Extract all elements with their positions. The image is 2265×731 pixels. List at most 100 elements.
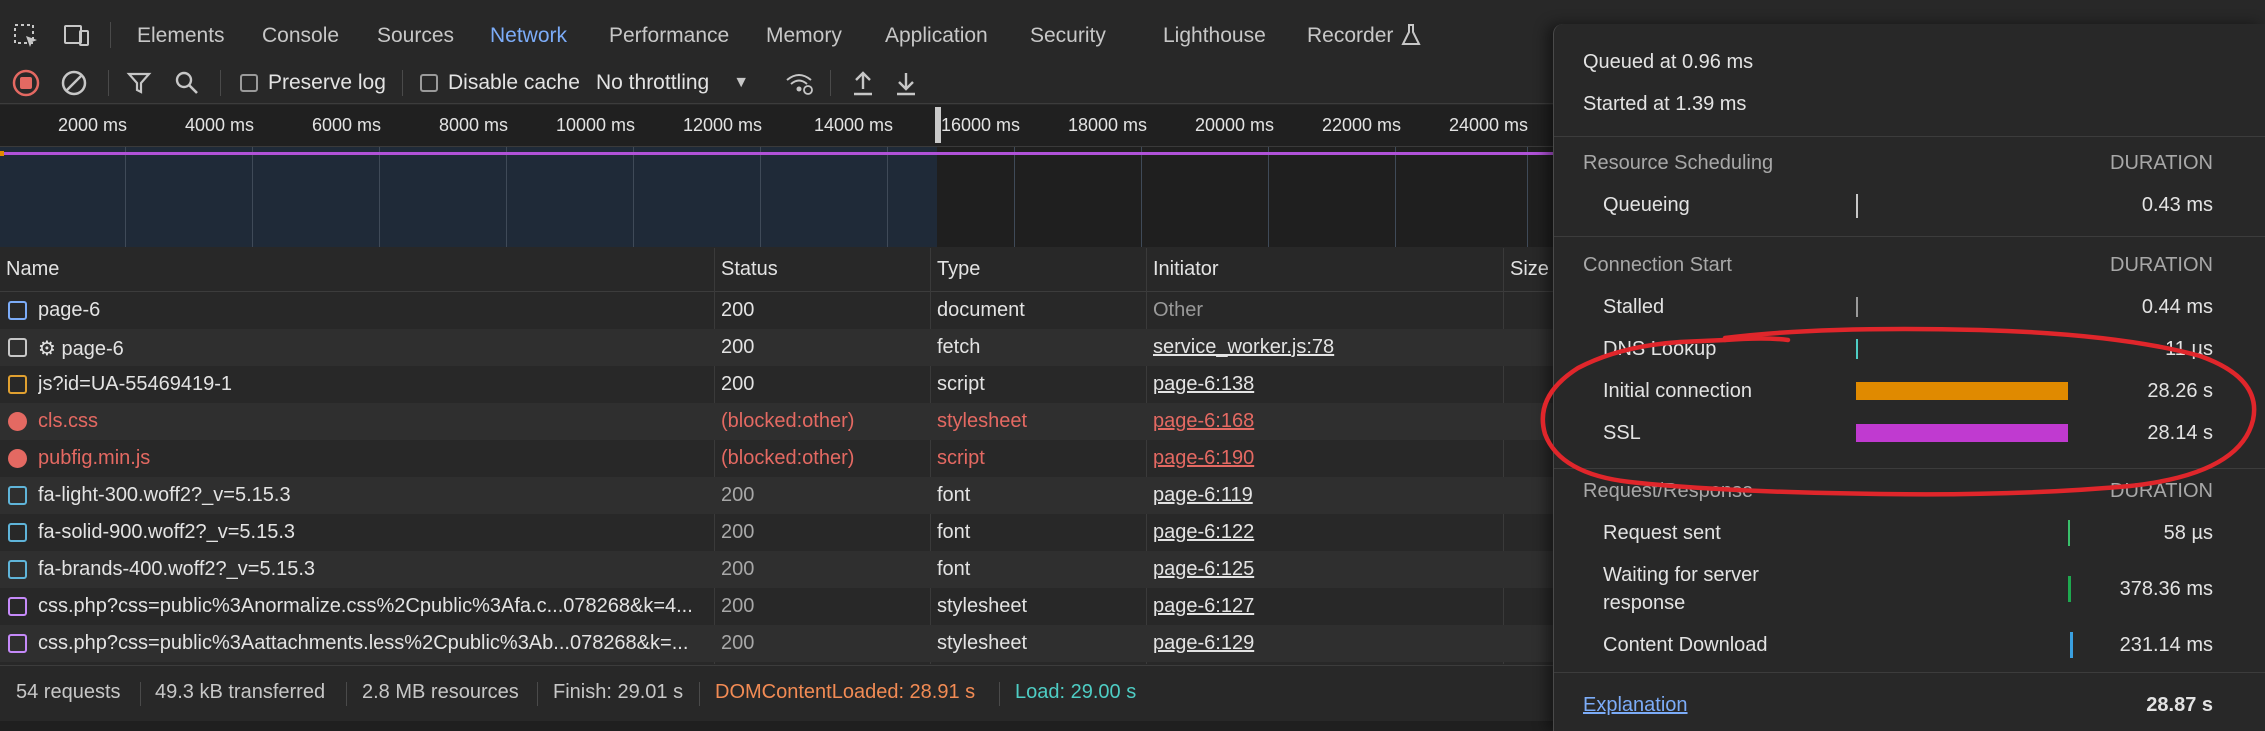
filter-icon[interactable]: [126, 68, 152, 98]
search-icon[interactable]: [174, 68, 200, 98]
explanation-link[interactable]: Explanation: [1583, 694, 1688, 717]
dns-lookup-bar: [1856, 339, 1858, 359]
total-duration: 28.87 s: [2146, 694, 2213, 716]
request-initiator-link[interactable]: service_worker.js:78: [1153, 336, 1493, 359]
table-row[interactable]: fa-light-300.woff2?_v=5.15.3 200 font pa…: [0, 477, 1553, 514]
column-header-name[interactable]: Name: [6, 258, 59, 281]
request-sent-label: Request sent: [1603, 522, 1721, 544]
request-status: 200: [721, 336, 755, 358]
request-type: font: [937, 484, 971, 506]
stop-recording-icon[interactable]: [12, 68, 40, 98]
requests-table: Name Status Type Initiator Size page-6 2…: [0, 248, 1553, 664]
content-download-label: Content Download: [1603, 634, 1768, 656]
request-type: font: [937, 521, 971, 543]
tick-label: 22000 ms: [1322, 115, 1402, 135]
initial-connection-value: 28.26 s: [2147, 380, 2213, 402]
request-initiator-link[interactable]: page-6:125: [1153, 558, 1493, 581]
tick-label: 18000 ms: [1068, 115, 1148, 135]
tick-label: 20000 ms: [1195, 115, 1275, 135]
disable-cache-label: Disable cache: [448, 71, 580, 94]
toolbar-separator: [830, 70, 831, 96]
finish-time: Finish: 29.01 s: [553, 681, 684, 703]
error-icon: [8, 412, 27, 431]
font-icon: [8, 523, 27, 542]
initial-connection-bar: [1856, 382, 2068, 400]
request-name: fa-light-300.woff2?_v=5.15.3: [38, 484, 291, 506]
request-type: stylesheet: [937, 632, 1028, 654]
checkbox-box[interactable]: [420, 74, 438, 92]
column-header-status[interactable]: Status: [721, 258, 778, 281]
export-har-icon[interactable]: [893, 68, 919, 98]
request-sent-bar: [2068, 520, 2070, 546]
table-row[interactable]: js?id=UA-55469419-1 200 script page-6:13…: [0, 366, 1553, 403]
request-status: 200: [721, 484, 755, 506]
table-row[interactable]: fa-brands-400.woff2?_v=5.15.3 200 font p…: [0, 551, 1553, 588]
column-header-type[interactable]: Type: [937, 258, 980, 281]
column-header-size[interactable]: Size: [1510, 258, 1549, 281]
request-status: 200: [721, 299, 755, 321]
network-summary-bar: 54 requests 49.3 kB transferred 2.8 MB r…: [0, 665, 1553, 721]
table-row[interactable]: fa-solid-900.woff2?_v=5.15.3 200 font pa…: [0, 514, 1553, 551]
preserve-log-checkbox[interactable]: Preserve log: [240, 68, 386, 98]
resources-size: 2.8 MB resources: [362, 681, 519, 703]
toolbar-separator: [402, 70, 403, 96]
timing-panel: Queued at 0.96 ms Started at 1.39 ms Res…: [1553, 24, 2265, 731]
import-har-icon[interactable]: [850, 68, 876, 98]
chevron-down-icon: ▼: [733, 74, 750, 91]
section-request-response: Request/Response: [1583, 480, 1754, 502]
request-status: 200: [721, 595, 755, 617]
dns-lookup-label: DNS Lookup: [1603, 338, 1717, 360]
request-initiator-link[interactable]: page-6:129: [1153, 632, 1493, 655]
table-row[interactable]: cls.css (blocked:other) stylesheet page-…: [0, 403, 1553, 440]
network-conditions-icon[interactable]: [784, 68, 814, 98]
summary-separator: [699, 682, 700, 706]
request-initiator-link[interactable]: page-6:119: [1153, 484, 1493, 507]
request-name: js?id=UA-55469419-1: [38, 373, 233, 395]
queueing-bar: [1856, 194, 1858, 218]
disable-cache-checkbox[interactable]: Disable cache: [420, 68, 580, 98]
table-header: Name Status Type Initiator Size: [0, 248, 1553, 292]
stalled-value: 0.44 ms: [2141, 296, 2213, 318]
table-row[interactable]: pubfig.min.js (blocked:other) script pag…: [0, 440, 1553, 477]
request-name: fa-brands-400.woff2?_v=5.15.3: [38, 558, 316, 580]
script-icon: [8, 375, 27, 394]
tick-label: 2000 ms: [58, 115, 128, 135]
request-type: stylesheet: [937, 595, 1028, 617]
queued-at: Queued at 0.96 ms: [1583, 51, 1754, 73]
request-initiator-link[interactable]: page-6:168: [1153, 410, 1493, 433]
duration-header: DURATION: [2110, 480, 2213, 502]
request-initiator-link[interactable]: page-6:190: [1153, 447, 1493, 470]
request-status: (blocked:other): [721, 447, 855, 469]
table-row[interactable]: css.php?css=public%3Aattachments.less%2C…: [0, 625, 1553, 662]
summary-separator: [346, 682, 347, 706]
dns-lookup-value: 11 µs: [2165, 338, 2213, 360]
summary-separator: [999, 682, 1000, 706]
duration-header: DURATION: [2110, 254, 2213, 276]
inspect-element-icon[interactable]: [12, 22, 42, 50]
tick-label: 10000 ms: [556, 115, 636, 135]
load-time: Load: 29.00 s: [1015, 681, 1137, 703]
checkbox-box[interactable]: [240, 74, 258, 92]
table-row[interactable]: page-6 200 document Other: [0, 292, 1553, 329]
request-type: script: [937, 373, 985, 395]
request-name: ⚙ page-6: [38, 338, 124, 360]
request-count: 54 requests: [16, 681, 121, 703]
section-divider: [1554, 136, 2265, 137]
throttling-select[interactable]: No throttling ▼: [596, 68, 749, 98]
waiting-bar: [2068, 576, 2071, 602]
timeline-overview[interactable]: 2000 ms 4000 ms 6000 ms 8000 ms 10000 ms…: [0, 105, 1553, 247]
initial-connection-label: Initial connection: [1603, 380, 1752, 402]
request-initiator-link[interactable]: page-6:122: [1153, 521, 1493, 544]
table-row[interactable]: ⚙ page-6 200 fetch service_worker.js:78: [0, 329, 1553, 366]
request-initiator-link[interactable]: page-6:127: [1153, 595, 1493, 618]
request-sent-value: 58 µs: [2163, 522, 2213, 544]
error-icon: [8, 449, 27, 468]
device-toolbar-icon[interactable]: [62, 22, 92, 50]
table-row[interactable]: css.php?css=public%3Anormalize.css%2Cpub…: [0, 588, 1553, 625]
timeline-selection-handle[interactable]: [935, 107, 941, 143]
column-header-initiator[interactable]: Initiator: [1153, 258, 1219, 281]
font-icon: [8, 560, 27, 579]
clear-icon[interactable]: [60, 68, 88, 98]
request-initiator-link[interactable]: page-6:138: [1153, 373, 1493, 396]
content-download-value: 231.14 ms: [2119, 634, 2213, 656]
